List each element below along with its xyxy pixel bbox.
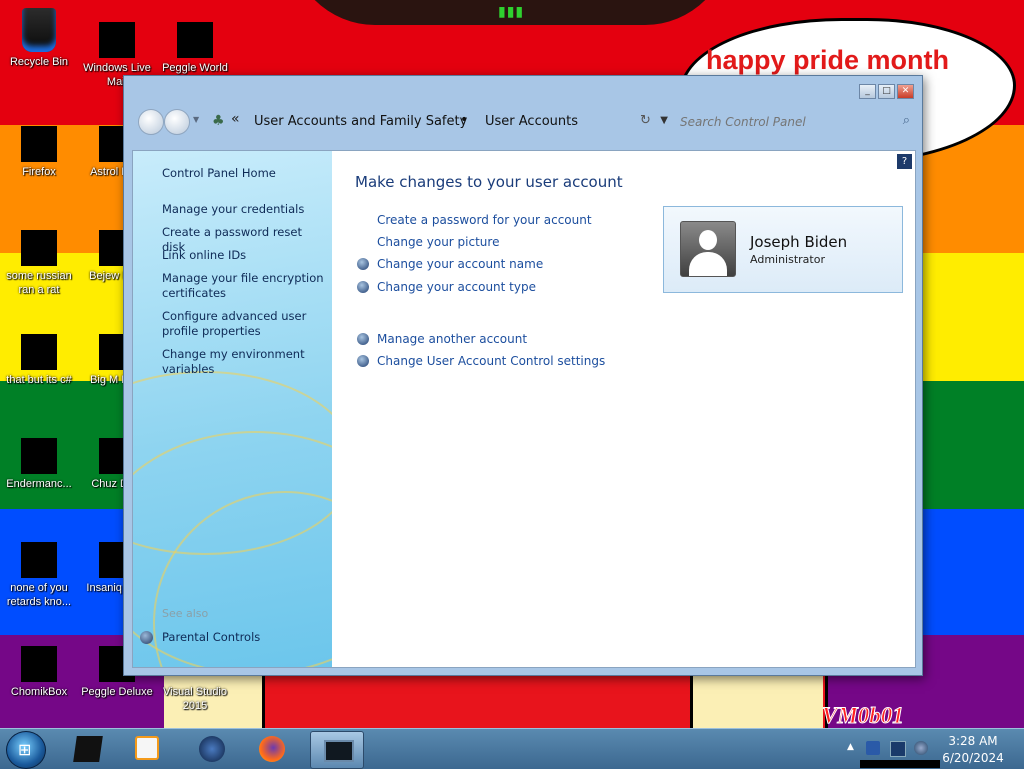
desktop-icon-endermanc[interactable]: Endermanc...: [0, 438, 78, 491]
game-icon: [177, 22, 213, 58]
action-manage-another-account[interactable]: Manage another account: [377, 332, 527, 346]
desktop-icon-label: Peggle Deluxe: [81, 686, 153, 698]
desktop-icon-firefox[interactable]: Firefox: [0, 126, 78, 179]
control-panel-icon: ♣: [212, 113, 225, 129]
user-accounts-window: _ □ ✕ ▼ ♣ « User Accounts and Family Saf…: [123, 75, 923, 676]
media-player-icon: [135, 736, 159, 760]
desktop-icon-peggle-world[interactable]: Peggle World: [156, 22, 234, 75]
forward-button[interactable]: [164, 109, 190, 135]
wallpaper-green-dots: ▮▮▮: [498, 4, 525, 20]
parental-controls-icon: [140, 631, 153, 644]
link-parental-controls[interactable]: Parental Controls: [162, 630, 324, 645]
firefox-icon: [259, 736, 285, 762]
taskbar-app-browser[interactable]: [186, 731, 238, 767]
breadcrumb-user-accounts-family-safety[interactable]: User Accounts and Family Safety: [254, 114, 467, 129]
shield-icon: [357, 281, 369, 293]
desktop-icon-label: Firefox: [22, 166, 56, 178]
recent-pages-dropdown-icon[interactable]: ▼: [193, 115, 199, 124]
link-online-ids[interactable]: Link online IDs: [162, 248, 324, 263]
shield-icon: [357, 333, 369, 345]
breadcrumb-user-accounts[interactable]: User Accounts: [485, 114, 578, 129]
app-icon: [21, 646, 57, 682]
link-control-panel-home[interactable]: Control Panel Home: [162, 166, 324, 181]
mail-icon: [99, 22, 135, 58]
shield-icon: [357, 355, 369, 367]
app-icon: [21, 230, 57, 266]
breadcrumb-separator: •: [460, 112, 469, 128]
recycle-bin-icon: [22, 8, 56, 52]
app-icon: [21, 438, 57, 474]
user-account-card: Joseph Biden Administrator: [663, 206, 903, 293]
speech-bubble-text: happy pride month: [706, 45, 949, 75]
see-also-label: See also: [162, 607, 209, 620]
minimize-button[interactable]: _: [859, 84, 876, 99]
main-pane: ? Make changes to your user account Crea…: [332, 151, 915, 667]
breadcrumb-overflow-icon[interactable]: «: [231, 111, 240, 127]
search-input[interactable]: [678, 112, 882, 132]
address-dropdown-icon[interactable]: ▼: [660, 115, 668, 126]
globe-icon: [199, 736, 225, 762]
window-controls: _ □ ✕: [859, 84, 914, 99]
taskbar-app-control-panel[interactable]: [310, 731, 364, 769]
address-bar[interactable]: ♣ « User Accounts and Family Safety • Us…: [206, 107, 668, 135]
desktop-icon-label: ChomikBox: [10, 686, 68, 698]
desktop-icon-label: Peggle World: [162, 62, 228, 74]
user-silhouette-body: [689, 252, 727, 276]
help-icon[interactable]: ?: [897, 154, 912, 169]
desktop-icon-recycle-bin[interactable]: Recycle Bin: [0, 8, 78, 69]
search-icon[interactable]: ⌕: [903, 113, 910, 128]
page-title: Make changes to your user account: [355, 173, 623, 191]
network-icon[interactable]: [890, 741, 906, 757]
action-change-account-name[interactable]: Change your account name: [377, 257, 543, 271]
refresh-icon[interactable]: ↻: [640, 113, 651, 128]
desktop-icon-label: none of you retards kno...: [6, 582, 72, 608]
wallpaper-shape: [690, 672, 823, 728]
user-name: Joseph Biden: [750, 233, 848, 251]
desktop-icon-none-of-you[interactable]: none of you retards kno...: [0, 542, 78, 609]
shield-icon: [357, 258, 369, 270]
maximize-button[interactable]: □: [878, 84, 895, 99]
control-panel-icon: [324, 740, 354, 762]
desktop-icon-label: Visual Studio 2015: [162, 686, 227, 712]
user-silhouette-icon: [699, 230, 717, 250]
link-advanced-profile[interactable]: Configure advanced user profile properti…: [162, 309, 324, 339]
back-button[interactable]: [138, 109, 164, 135]
left-pane: Control Panel Home Manage your credentia…: [133, 151, 332, 667]
user-role: Administrator: [750, 253, 825, 266]
desktop-icon-russian-rat[interactable]: some russian ran a rat: [0, 230, 78, 297]
shortcut-icon: [21, 334, 57, 370]
wallpaper-signature: VM0b01: [822, 703, 905, 729]
desktop-icon-label: Endermanc...: [6, 478, 72, 490]
start-button[interactable]: ⊞: [6, 731, 46, 769]
action-uac-settings[interactable]: Change User Account Control settings: [377, 354, 605, 368]
desktop-icon-label: some russian ran a rat: [6, 270, 72, 296]
taskbar-app-firefox[interactable]: [246, 731, 298, 767]
desktop-icon-chomikbox[interactable]: ChomikBox: [0, 646, 78, 699]
link-environment-variables[interactable]: Change my environment variables: [162, 347, 324, 377]
tray-overlay: [860, 760, 940, 768]
link-manage-credentials[interactable]: Manage your credentials: [162, 202, 324, 217]
desktop-icon-label: that but its c#: [6, 374, 72, 386]
window-content: Control Panel Home Manage your credentia…: [132, 150, 916, 668]
link-file-encryption[interactable]: Manage your file encryption certificates: [162, 271, 324, 301]
avatar: [680, 221, 736, 277]
taskbar-app-explorer[interactable]: [62, 731, 114, 767]
app-icon: [21, 542, 57, 578]
action-create-password[interactable]: Create a password for your account: [377, 213, 592, 227]
taskbar-app-media-player[interactable]: [122, 731, 174, 767]
action-change-account-type[interactable]: Change your account type: [377, 280, 536, 294]
action-change-picture[interactable]: Change your picture: [377, 235, 499, 249]
close-button[interactable]: ✕: [897, 84, 914, 99]
desktop-icon-csharp[interactable]: that but its c#: [0, 334, 78, 387]
show-hidden-icons-icon[interactable]: ▲: [847, 742, 854, 752]
clock-time[interactable]: 3:28 AM: [920, 734, 1024, 748]
firefox-icon: [21, 126, 57, 162]
search-box[interactable]: ⌕: [672, 107, 914, 135]
tray-app-icon[interactable]: [866, 741, 880, 755]
desktop-icon-label: Recycle Bin: [9, 56, 69, 68]
folder-icon: [73, 736, 103, 762]
navigation-bar: ▼ ♣ « User Accounts and Family Safety • …: [132, 103, 914, 141]
windows-logo-icon: ⊞: [18, 740, 32, 759]
